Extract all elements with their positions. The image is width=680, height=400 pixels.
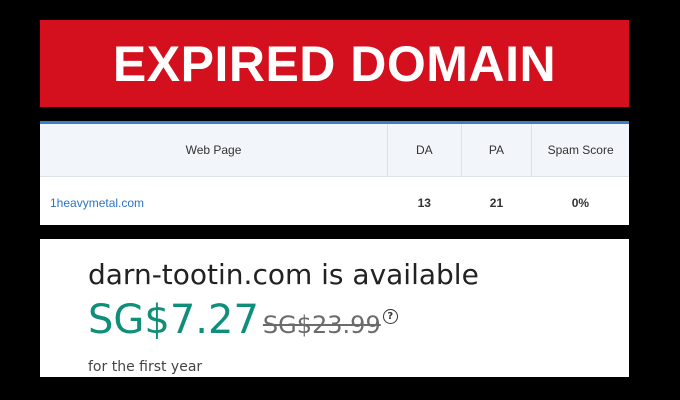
price-row: SG$7.27 SG$23.99 ?	[88, 297, 398, 343]
column-header-da: DA	[387, 124, 462, 177]
spam-score-cell: 0%	[571, 196, 590, 210]
table-row: 1heavymetal.com 13 21 0%	[40, 177, 629, 226]
web-page-cell: 1heavymetal.com	[40, 177, 388, 226]
domain-metrics-table: Web Page DA PA Spam Score 1heavymetal.co…	[40, 121, 629, 225]
column-header-spam-score: Spam Score	[531, 124, 629, 177]
sale-price: SG$7.27	[88, 297, 259, 343]
price-term-note: for the first year	[88, 359, 203, 375]
web-page-link[interactable]: 1heavymetal.com	[50, 196, 144, 210]
column-header-pa: PA	[461, 124, 533, 177]
column-header-web-page: Web Page	[40, 124, 388, 177]
availability-heading: darn-tootin.com is available	[88, 258, 479, 291]
pa-cell: 21	[489, 196, 504, 210]
banner-title: EXPIRED DOMAIN	[112, 35, 557, 92]
metrics-table: Web Page DA PA Spam Score 1heavymetal.co…	[40, 124, 629, 225]
domain-availability-panel: darn-tootin.com is available SG$7.27 SG$…	[40, 239, 629, 377]
table-header-row: Web Page DA PA Spam Score	[40, 124, 629, 177]
da-cell: 13	[417, 196, 431, 210]
original-price: SG$23.99	[262, 311, 381, 339]
expired-domain-banner: EXPIRED DOMAIN	[40, 20, 629, 107]
question-circle-icon[interactable]: ?	[382, 309, 398, 324]
